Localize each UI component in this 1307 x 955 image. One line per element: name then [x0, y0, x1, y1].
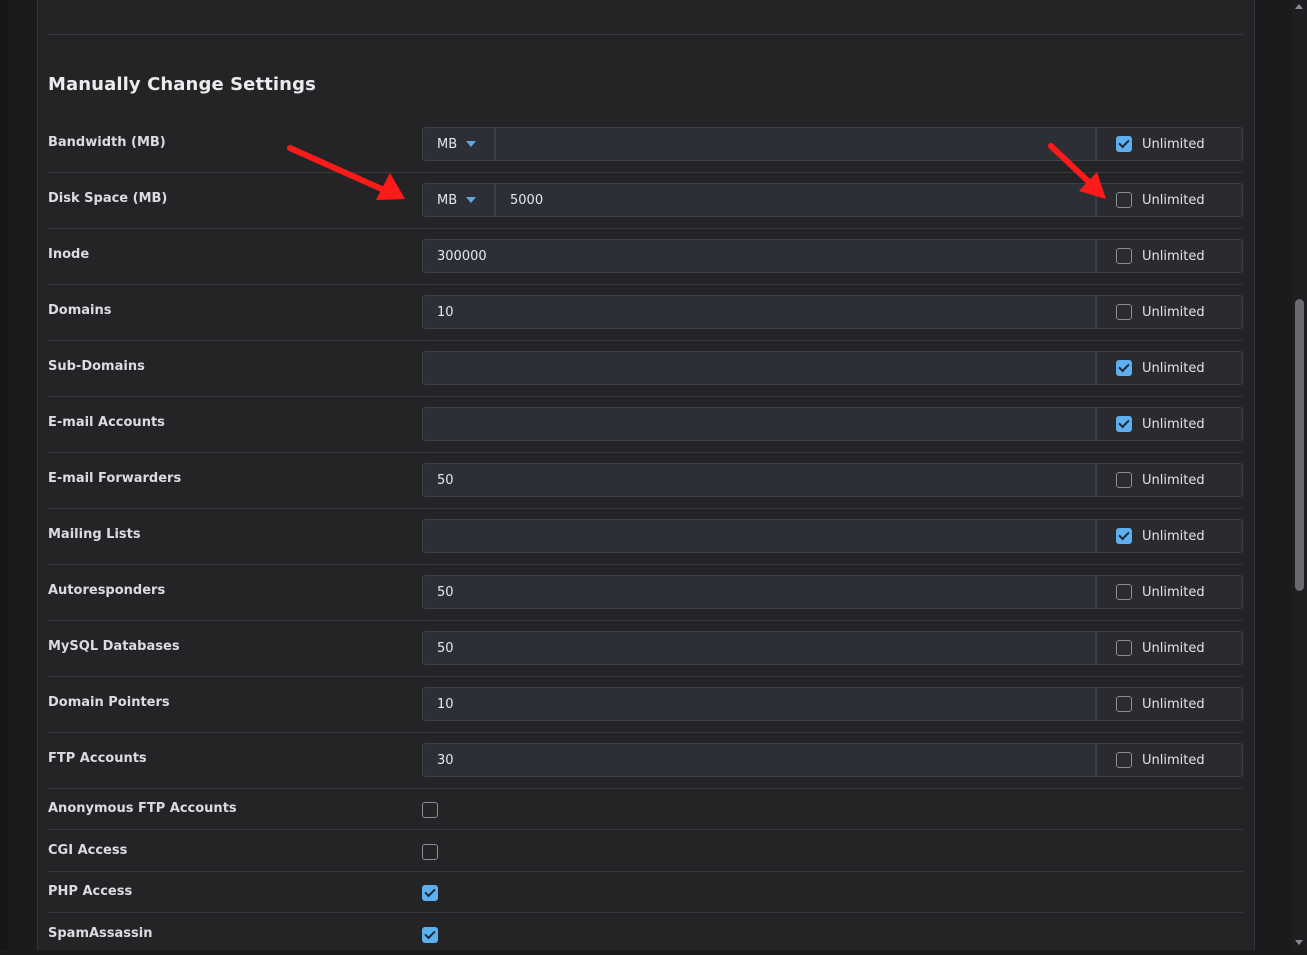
- toggle-label: PHP Access: [48, 884, 133, 899]
- left-gutter: [0, 0, 8, 950]
- setting-label: E-mail Forwarders: [48, 471, 182, 486]
- setting-row: Bandwidth (MB) MB Unlimited: [48, 127, 1243, 173]
- toggle-row: CGI Access: [48, 831, 1243, 872]
- section-title: Manually Change Settings: [48, 74, 316, 95]
- unlimited-label: Unlimited: [1142, 640, 1205, 656]
- unlimited-label: Unlimited: [1142, 528, 1205, 544]
- scroll-down-arrow[interactable]: [1295, 940, 1303, 945]
- unlimited-label: Unlimited: [1142, 696, 1205, 712]
- setting-value-input[interactable]: [422, 519, 1096, 553]
- unlimited-label: Unlimited: [1142, 248, 1205, 264]
- setting-value-input[interactable]: [422, 239, 1096, 273]
- setting-label: Sub-Domains: [48, 359, 145, 374]
- unlimited-toggle[interactable]: Unlimited: [1096, 407, 1243, 441]
- setting-value-input[interactable]: [495, 183, 1096, 217]
- unit-select[interactable]: MB: [422, 127, 495, 161]
- setting-row: Inode Unlimited: [48, 239, 1243, 285]
- unlimited-toggle[interactable]: Unlimited: [1096, 183, 1243, 217]
- unlimited-toggle[interactable]: Unlimited: [1096, 127, 1243, 161]
- setting-row: E-mail Accounts Unlimited: [48, 407, 1243, 453]
- setting-value-input[interactable]: [422, 295, 1096, 329]
- unlimited-toggle[interactable]: Unlimited: [1096, 295, 1243, 329]
- checked-checkbox-icon[interactable]: [1116, 528, 1132, 544]
- caret-down-icon: [466, 197, 477, 203]
- page: Manually Change Settings Bandwidth (MB) …: [0, 0, 1307, 950]
- checkbox-icon[interactable]: [422, 844, 438, 860]
- unlimited-toggle[interactable]: Unlimited: [1096, 463, 1243, 497]
- checkbox-icon[interactable]: [1116, 752, 1132, 768]
- setting-label: Autoresponders: [48, 583, 166, 598]
- checkbox-icon[interactable]: [1116, 472, 1132, 488]
- checked-checkbox-icon[interactable]: [1116, 136, 1132, 152]
- unit-select-value: MB: [437, 192, 458, 208]
- setting-label: Inode: [48, 247, 90, 262]
- setting-label: Domain Pointers: [48, 695, 170, 710]
- checkbox-icon[interactable]: [1116, 304, 1132, 320]
- unlimited-toggle[interactable]: Unlimited: [1096, 575, 1243, 609]
- toggle-row: Anonymous FTP Accounts: [48, 789, 1243, 830]
- toggle-label: SpamAssassin: [48, 926, 153, 941]
- checked-checkbox-icon[interactable]: [422, 927, 438, 943]
- setting-row: MySQL Databases Unlimited: [48, 631, 1243, 677]
- caret-down-icon: [466, 141, 477, 147]
- setting-label: Bandwidth (MB): [48, 135, 166, 150]
- unlimited-label: Unlimited: [1142, 192, 1205, 208]
- setting-value-input[interactable]: [422, 407, 1096, 441]
- setting-row: Domain Pointers Unlimited: [48, 687, 1243, 733]
- checkbox-icon[interactable]: [422, 802, 438, 818]
- toggle-label: CGI Access: [48, 843, 128, 858]
- toggle-row: SpamAssassin: [48, 914, 1243, 955]
- unlimited-label: Unlimited: [1142, 360, 1205, 376]
- unlimited-label: Unlimited: [1142, 136, 1205, 152]
- setting-row: E-mail Forwarders Unlimited: [48, 463, 1243, 509]
- checked-checkbox-icon[interactable]: [422, 885, 438, 901]
- checkbox-icon[interactable]: [1116, 640, 1132, 656]
- checked-checkbox-icon[interactable]: [1116, 360, 1132, 376]
- setting-row: Autoresponders Unlimited: [48, 575, 1243, 621]
- scroll-up-arrow[interactable]: [1295, 4, 1303, 9]
- checkbox-icon[interactable]: [1116, 696, 1132, 712]
- unlimited-toggle[interactable]: Unlimited: [1096, 687, 1243, 721]
- checked-checkbox-icon[interactable]: [1116, 416, 1132, 432]
- unlimited-label: Unlimited: [1142, 472, 1205, 488]
- setting-row: Sub-Domains Unlimited: [48, 351, 1243, 397]
- setting-value-input[interactable]: [495, 127, 1096, 161]
- unlimited-toggle[interactable]: Unlimited: [1096, 743, 1243, 777]
- setting-label: FTP Accounts: [48, 751, 147, 766]
- unit-select-value: MB: [437, 136, 458, 152]
- setting-value-input[interactable]: [422, 687, 1096, 721]
- unlimited-label: Unlimited: [1142, 584, 1205, 600]
- setting-value-input[interactable]: [422, 743, 1096, 777]
- setting-label: MySQL Databases: [48, 639, 180, 654]
- unlimited-label: Unlimited: [1142, 416, 1205, 432]
- setting-label: Domains: [48, 303, 112, 318]
- setting-row: FTP Accounts Unlimited: [48, 743, 1243, 789]
- unit-select[interactable]: MB: [422, 183, 495, 217]
- unlimited-toggle[interactable]: Unlimited: [1096, 519, 1243, 553]
- unlimited-label: Unlimited: [1142, 752, 1205, 768]
- setting-label: Mailing Lists: [48, 527, 141, 542]
- toggle-row: PHP Access: [48, 872, 1243, 913]
- toggle-label: Anonymous FTP Accounts: [48, 801, 237, 816]
- setting-label: E-mail Accounts: [48, 415, 165, 430]
- checkbox-icon[interactable]: [1116, 248, 1132, 264]
- setting-value-input[interactable]: [422, 575, 1096, 609]
- unlimited-toggle[interactable]: Unlimited: [1096, 351, 1243, 385]
- unlimited-toggle[interactable]: Unlimited: [1096, 631, 1243, 665]
- checkbox-icon[interactable]: [1116, 192, 1132, 208]
- scrollbar-thumb[interactable]: [1295, 299, 1304, 591]
- setting-row: Domains Unlimited: [48, 295, 1243, 341]
- unlimited-label: Unlimited: [1142, 304, 1205, 320]
- unlimited-toggle[interactable]: Unlimited: [1096, 239, 1243, 273]
- setting-row: Disk Space (MB) MB Unlimited: [48, 183, 1243, 229]
- setting-row: Mailing Lists Unlimited: [48, 519, 1243, 565]
- setting-value-input[interactable]: [422, 463, 1096, 497]
- checkbox-icon[interactable]: [1116, 584, 1132, 600]
- top-divider: [48, 34, 1243, 35]
- setting-value-input[interactable]: [422, 351, 1096, 385]
- setting-value-input[interactable]: [422, 631, 1096, 665]
- setting-label: Disk Space (MB): [48, 191, 168, 206]
